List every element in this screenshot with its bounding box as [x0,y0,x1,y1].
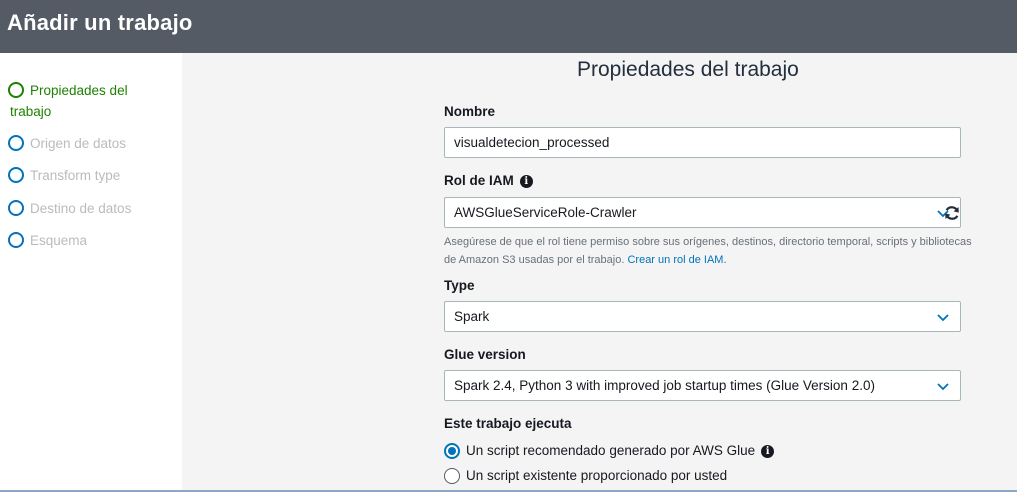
chevron-down-icon [936,379,950,393]
page-header: Añadir un trabajo [0,0,1017,53]
job-runs-label: Este trabajo ejecuta [444,416,572,431]
iam-role-label: Rol de IAM i [444,173,533,188]
glue-version-value: Spark 2.4, Python 3 with improved job st… [454,378,875,393]
info-icon[interactable]: i [519,175,533,188]
step-circle-icon [8,135,24,151]
step-label-line2: trabajo [10,104,52,119]
step-circle-icon [8,82,24,98]
radio-label: Un script existente proporcionado por us… [466,468,728,483]
name-input-value: visualdetecion_processed [454,135,610,150]
radio-button[interactable] [444,468,460,484]
type-label: Type [444,278,475,293]
step-circle-icon [8,232,24,248]
main-content [182,53,1017,490]
step-circle-icon [8,200,24,216]
type-select[interactable]: Spark [444,301,961,332]
iam-role-value: AWSGlueServiceRole-Crawler [454,205,637,220]
type-value: Spark [454,309,490,324]
iam-role-select[interactable]: AWSGlueServiceRole-Crawler [444,197,961,228]
glue-version-label: Glue version [444,347,526,362]
radio-button-selected[interactable] [444,443,460,459]
section-title: Propiedades del trabajo [577,58,799,81]
radio-label: Un script recomendado generado por AWS G… [466,443,775,459]
step-label: Destino de datos [30,201,132,216]
name-label: Nombre [444,104,496,119]
step-label: Esquema [30,233,88,248]
radio-label-text: Un script recomendado generado por AWS G… [466,443,756,458]
create-iam-role-link[interactable]: Crear un rol de IAM. [627,254,726,266]
chevron-down-icon [936,310,950,324]
page-title: Añadir un trabajo [7,10,193,35]
name-input[interactable]: visualdetecion_processed [444,127,961,158]
glue-version-select[interactable]: Spark 2.4, Python 3 with improved job st… [444,370,961,401]
step-circle-icon [8,167,24,183]
info-icon[interactable]: i [761,445,775,458]
iam-role-label-text: Rol de IAM [444,173,514,188]
step-label: Origen de datos [30,136,127,151]
step-label: Propiedades del [30,83,128,98]
iam-role-help-text: Asegúrese de que el rol tiene permiso so… [444,233,974,269]
refresh-icon[interactable] [943,204,961,222]
step-label: Transform type [30,168,121,183]
